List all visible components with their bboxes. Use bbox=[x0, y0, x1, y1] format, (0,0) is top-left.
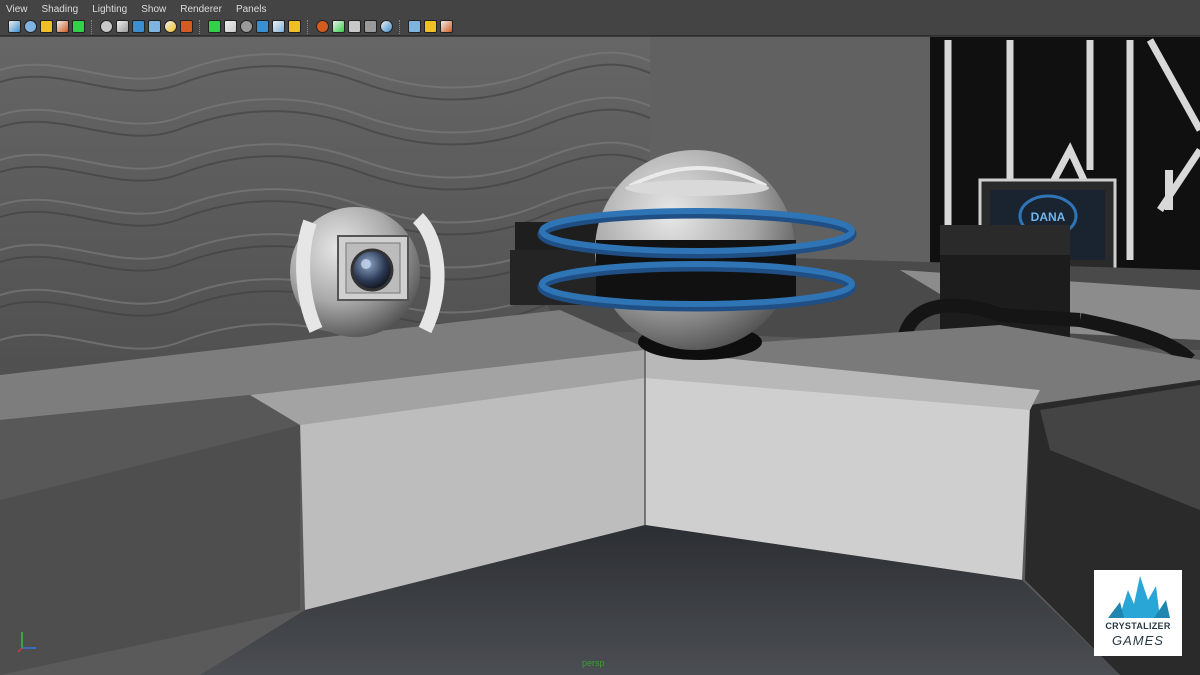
ambient-occlusion-icon[interactable] bbox=[348, 20, 361, 33]
use-all-lights-icon[interactable] bbox=[316, 20, 329, 33]
crystalizer-games-logo: CRYSTALIZER GAMES bbox=[1094, 570, 1182, 656]
xray-joints-icon[interactable] bbox=[424, 20, 437, 33]
select-camera-icon[interactable] bbox=[8, 20, 21, 33]
bookmarks-icon[interactable] bbox=[40, 20, 53, 33]
menu-panels[interactable]: Panels bbox=[230, 4, 275, 15]
axis-gizmo bbox=[17, 632, 36, 653]
film-gate-icon[interactable] bbox=[100, 20, 113, 33]
wireframe-on-shaded-icon[interactable] bbox=[240, 20, 253, 33]
flat-shade-icon[interactable] bbox=[256, 20, 269, 33]
textured-icon[interactable] bbox=[288, 20, 301, 33]
gate-mask-icon[interactable] bbox=[132, 20, 145, 33]
toolbar-separator bbox=[199, 19, 203, 34]
menu-renderer[interactable]: Renderer bbox=[174, 4, 230, 15]
grid-icon[interactable] bbox=[72, 20, 85, 33]
image-plane-icon[interactable] bbox=[56, 20, 69, 33]
menu-view[interactable]: View bbox=[0, 4, 36, 15]
screen-title: DANA bbox=[1031, 210, 1066, 224]
hud-icon[interactable] bbox=[440, 20, 453, 33]
bounding-box-icon[interactable] bbox=[272, 20, 285, 33]
logo-line-2: GAMES bbox=[1112, 633, 1164, 648]
safe-title-icon[interactable] bbox=[180, 20, 193, 33]
camera-name-label: persp bbox=[582, 658, 605, 668]
toolbar-separator bbox=[399, 19, 403, 34]
logo-line-1: CRYSTALIZER bbox=[1105, 621, 1171, 631]
toolbar-separator bbox=[91, 19, 95, 34]
scene-render: DANA bbox=[0, 37, 1200, 675]
3d-viewport[interactable]: DANA bbox=[0, 37, 1200, 675]
x-ray-icon[interactable] bbox=[380, 20, 393, 33]
isolate-select-icon[interactable] bbox=[408, 20, 421, 33]
camera-attributes-icon[interactable] bbox=[24, 20, 37, 33]
viewport-menu-bar: View Shading Lighting Show Renderer Panels bbox=[0, 0, 1200, 18]
viewport-toolbar bbox=[0, 18, 1200, 36]
shadows-icon[interactable] bbox=[332, 20, 345, 33]
menu-shading[interactable]: Shading bbox=[36, 4, 87, 15]
menu-lighting[interactable]: Lighting bbox=[86, 4, 135, 15]
menu-show[interactable]: Show bbox=[135, 4, 174, 15]
resolution-gate-icon[interactable] bbox=[116, 20, 129, 33]
motion-blur-icon[interactable] bbox=[364, 20, 377, 33]
safe-action-icon[interactable] bbox=[164, 20, 177, 33]
field-chart-icon[interactable] bbox=[148, 20, 161, 33]
wireframe-icon[interactable] bbox=[208, 20, 221, 33]
toolbar-separator bbox=[307, 19, 311, 34]
crystal-icon bbox=[1108, 576, 1170, 618]
smooth-shade-icon[interactable] bbox=[224, 20, 237, 33]
